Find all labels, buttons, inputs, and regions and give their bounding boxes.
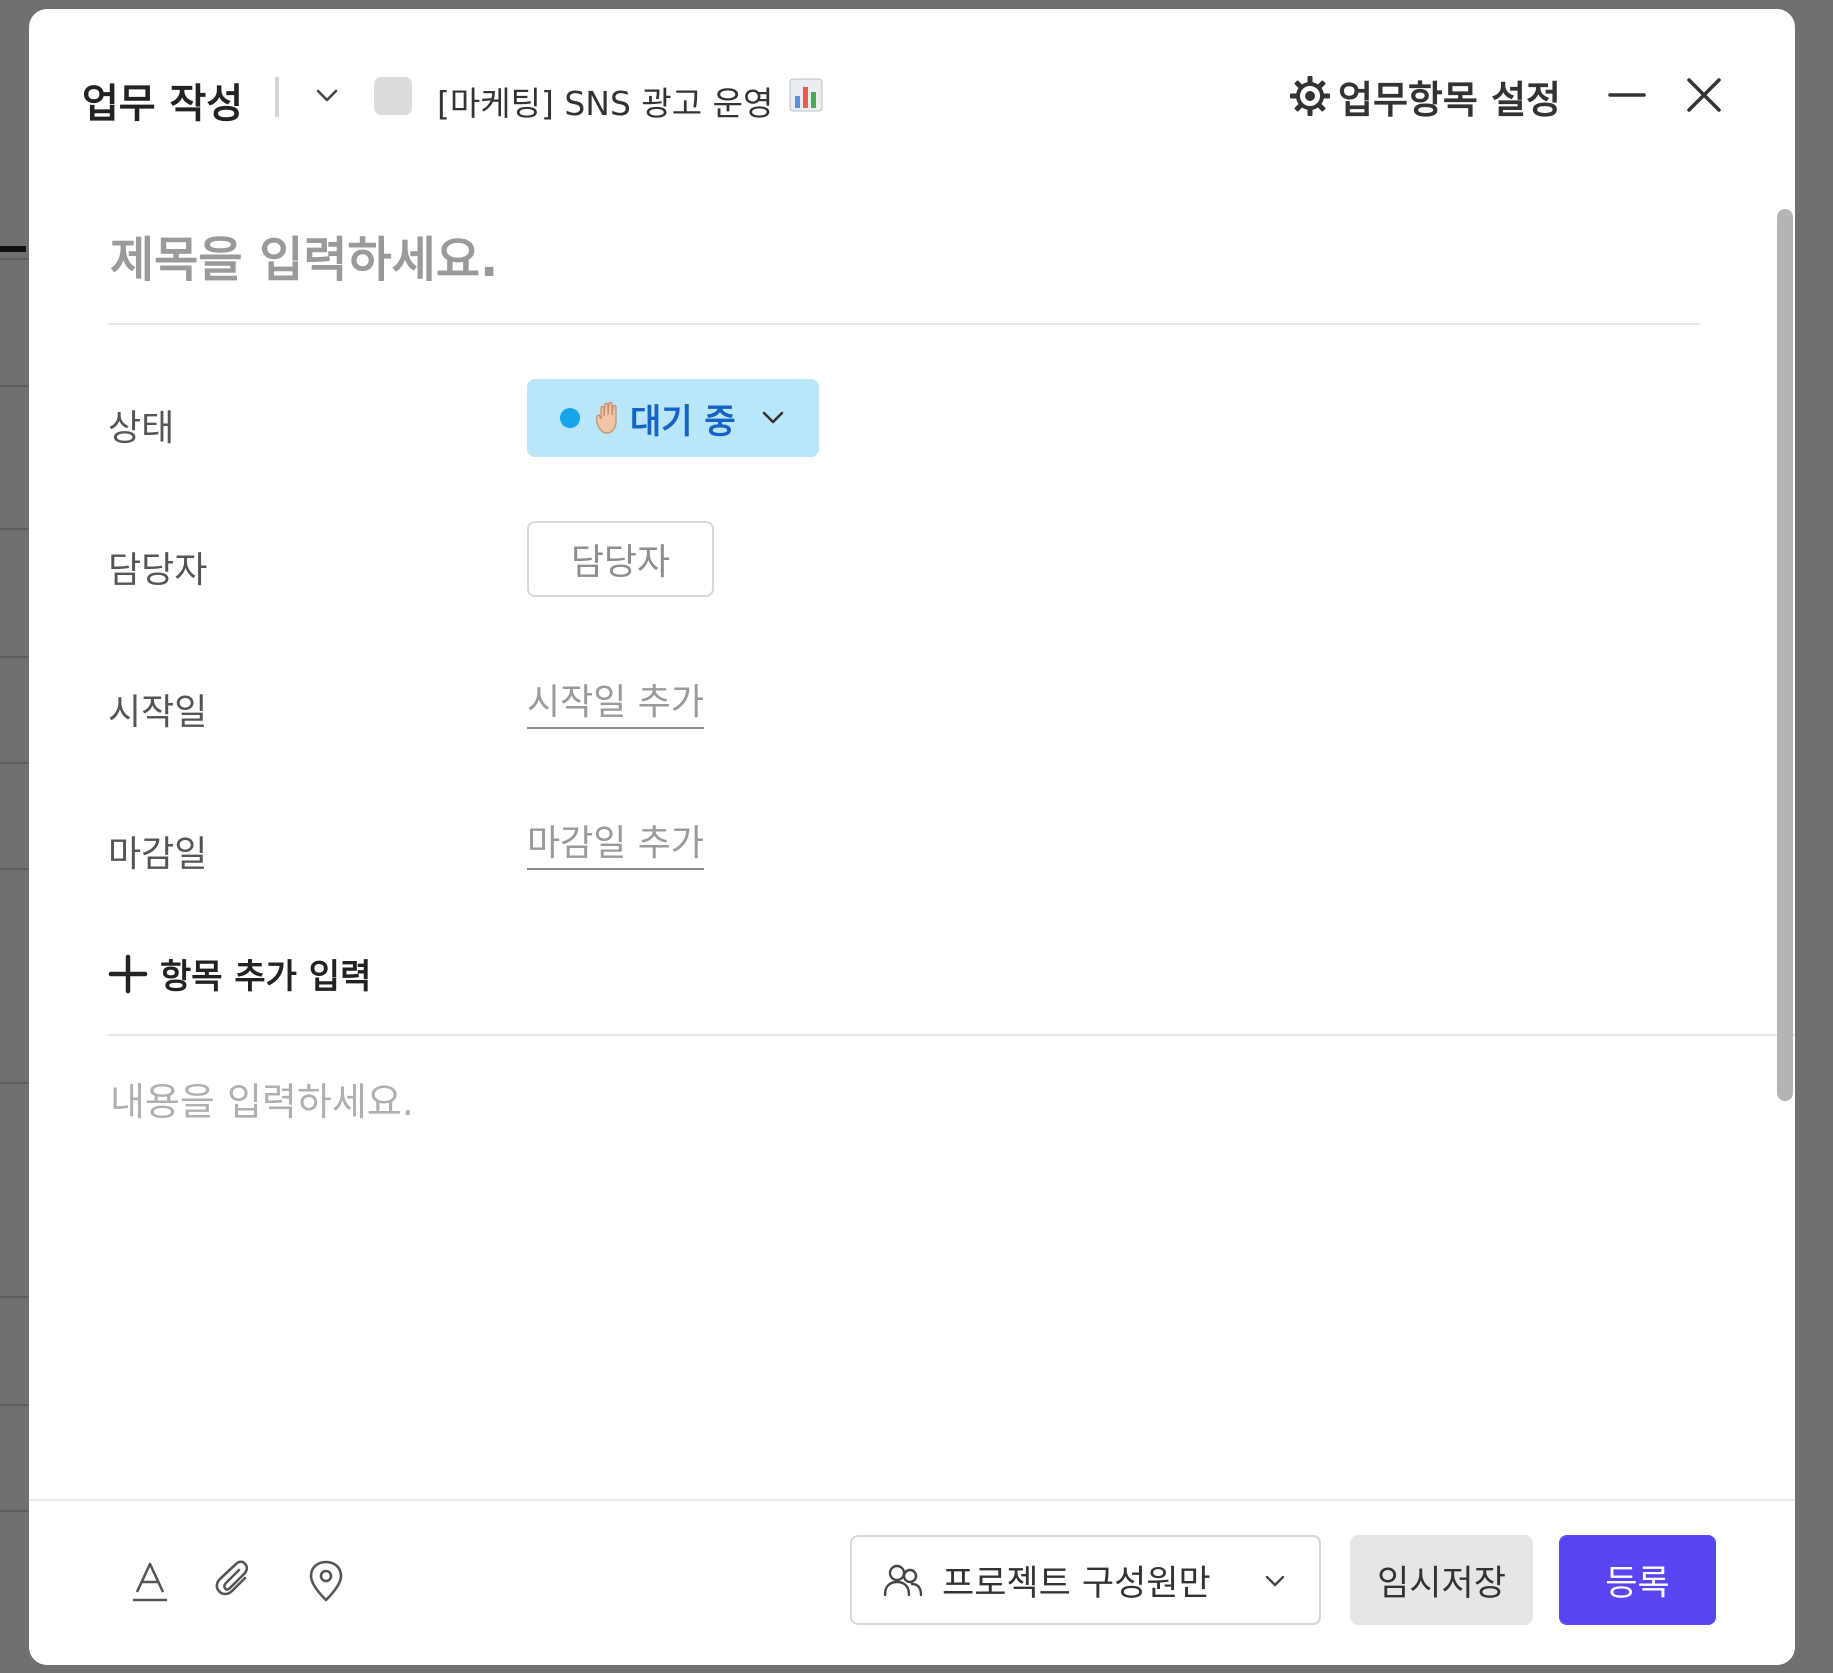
- close-icon[interactable]: [1682, 73, 1726, 117]
- status-dot-icon: [560, 408, 580, 428]
- plus-icon: [108, 954, 148, 993]
- location-pin-icon[interactable]: [303, 1558, 349, 1604]
- chevron-down-icon[interactable]: [312, 81, 342, 111]
- visibility-value: 프로젝트 구성원만: [942, 1563, 1211, 1604]
- minimize-icon[interactable]: [1605, 73, 1649, 117]
- visibility-dropdown[interactable]: 프로젝트 구성원만: [850, 1535, 1321, 1625]
- attachment-icon[interactable]: [212, 1558, 258, 1604]
- people-icon: [883, 1564, 923, 1597]
- gear-icon: [1290, 76, 1330, 116]
- dialog-title: 업무 작성: [82, 81, 244, 127]
- dialog-header: 업무 작성 [마케팅] SNS 광고 운영 업무항목 설정: [29, 9, 1795, 169]
- chevron-down-icon: [762, 411, 783, 424]
- project-name: [마케팅] SNS 광고 운영: [437, 84, 774, 123]
- due-date-label: 마감일: [108, 834, 208, 875]
- settings-label: 업무항목 설정: [1338, 77, 1561, 122]
- save-draft-button[interactable]: 임시저장: [1350, 1535, 1533, 1625]
- title-divider: [108, 323, 1700, 325]
- raised-hand-emoji-icon: [596, 401, 617, 434]
- footer-divider: [29, 1499, 1795, 1501]
- task-field-settings-button[interactable]: 업무항목 설정: [1288, 71, 1561, 122]
- chevron-down-icon: [1265, 1575, 1285, 1587]
- bar-chart-emoji-icon: [789, 78, 823, 112]
- status-label: 상태: [108, 408, 175, 449]
- header-separator: [275, 77, 279, 117]
- add-field-button[interactable]: 항목 추가 입력: [108, 949, 371, 998]
- content-input[interactable]: [108, 1069, 1672, 1473]
- task-create-dialog: 업무 작성 [마케팅] SNS 광고 운영 업무항목 설정 제목을 입력하세요.…: [29, 9, 1795, 1665]
- add-start-date-link[interactable]: 시작일 추가: [527, 673, 705, 729]
- start-date-label: 시작일: [108, 692, 208, 733]
- content-divider: [108, 1034, 1795, 1036]
- scrollbar-thumb[interactable]: [1777, 209, 1793, 1101]
- assignee-label: 담당자: [108, 550, 208, 591]
- status-value: 대기 중: [630, 401, 736, 442]
- add-field-label: 항목 추가 입력: [160, 957, 372, 997]
- status-dropdown[interactable]: 대기 중: [527, 379, 819, 457]
- assignee-button[interactable]: 담당자: [527, 521, 714, 597]
- submit-button[interactable]: 등록: [1559, 1535, 1716, 1625]
- add-due-date-link[interactable]: 마감일 추가: [527, 814, 705, 870]
- text-format-icon[interactable]: [127, 1558, 173, 1604]
- title-input[interactable]: [108, 214, 1652, 306]
- project-color-swatch: [374, 77, 412, 115]
